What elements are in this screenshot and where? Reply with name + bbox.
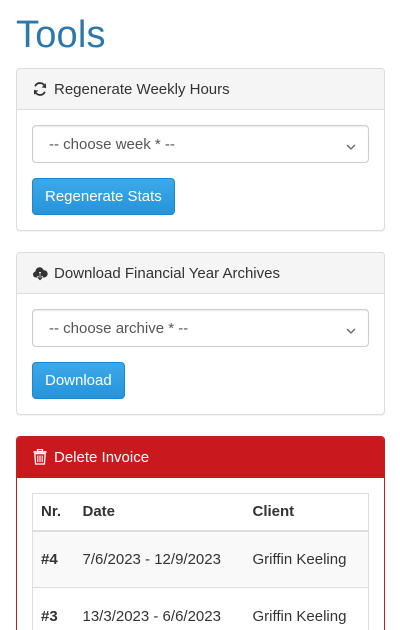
download-panel-heading: Download Financial Year Archives [17,253,384,294]
download-button[interactable]: Download [32,362,125,399]
column-header-nr: Nr. [32,493,75,532]
table-row[interactable]: #4 7/6/2023 - 12/9/2023 Griffin Keeling [32,530,369,588]
invoice-nr: #3 [32,587,75,630]
regenerate-panel: Regenerate Weekly Hours -- choose week *… [16,68,385,231]
delete-invoice-panel: Delete Invoice Nr. Date Client #4 7/6/20… [16,436,385,630]
archive-select[interactable]: -- choose archive * -- [32,309,369,347]
invoice-client: Griffin Keeling [244,530,369,588]
invoice-date: 13/3/2023 - 6/6/2023 [74,587,245,630]
chevron-down-icon [346,139,356,150]
week-select[interactable]: -- choose week * -- [32,125,369,163]
page-title: Tools [16,14,106,56]
archive-select-value: -- choose archive * -- [49,319,189,337]
regenerate-panel-heading: Regenerate Weekly Hours [17,69,384,110]
regenerate-stats-button[interactable]: Regenerate Stats [32,178,175,215]
table-row[interactable]: #3 13/3/2023 - 6/6/2023 Griffin Keeling [32,587,369,630]
refresh-icon [32,81,48,97]
table-header-row: Nr. Date Client [32,493,369,532]
trash-icon [32,449,48,465]
invoice-client: Griffin Keeling [244,587,369,630]
delete-invoice-panel-heading: Delete Invoice [17,437,384,478]
cloud-download-icon [32,265,48,281]
invoice-date: 7/6/2023 - 12/9/2023 [74,530,245,588]
column-header-date: Date [74,493,245,532]
regenerate-heading-label: Regenerate Weekly Hours [54,80,230,98]
invoice-nr: #4 [32,530,75,588]
chevron-down-icon [346,323,356,334]
download-panel: Download Financial Year Archives -- choo… [16,252,385,415]
column-header-client: Client [244,493,369,532]
download-heading-label: Download Financial Year Archives [54,264,280,282]
invoice-table: Nr. Date Client #4 7/6/2023 - 12/9/2023 … [32,493,369,630]
delete-invoice-heading-label: Delete Invoice [54,448,150,466]
week-select-value: -- choose week * -- [49,135,175,153]
